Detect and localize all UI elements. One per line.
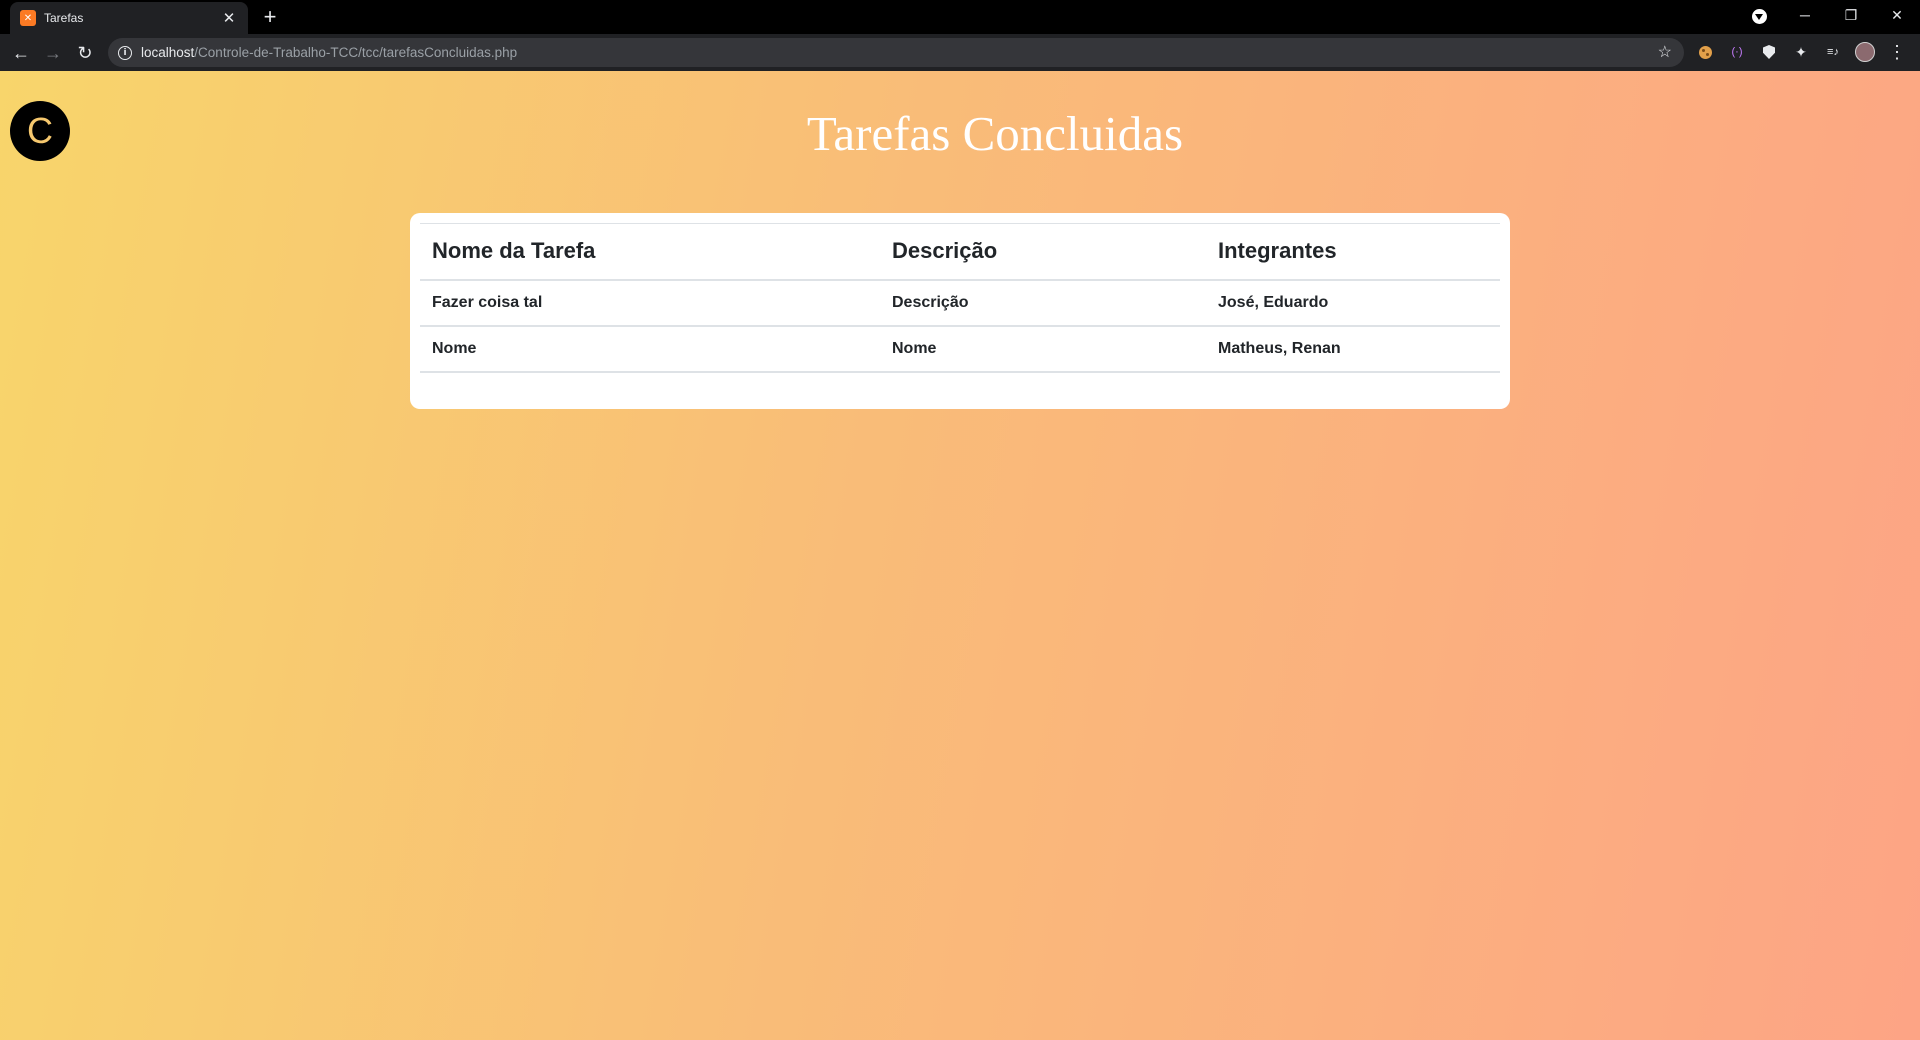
- back-button[interactable]: ←: [8, 40, 34, 66]
- column-header-task-name: Nome da Tarefa: [420, 223, 880, 281]
- minimize-button[interactable]: ─: [1782, 0, 1828, 30]
- table-row: Nome Nome Matheus, Renan: [420, 326, 1500, 373]
- forward-button[interactable]: →: [40, 40, 66, 66]
- page-title: Tarefas Concluidas: [806, 106, 1184, 161]
- task-members-cell: José, Eduardo: [1206, 280, 1500, 327]
- task-description-cell: Descrição: [880, 280, 1206, 327]
- close-window-button[interactable]: ✕: [1874, 0, 1920, 30]
- puzzle-extensions-icon[interactable]: ✦: [1790, 41, 1812, 63]
- address-bar[interactable]: i localhost/Controle-de-Trabalho-TCC/tcc…: [108, 38, 1684, 67]
- bracket-extension-icon[interactable]: (·): [1726, 41, 1748, 63]
- browser-tabstrip: ✕ Tarefas ✕ + ─ ❐ ✕: [0, 0, 1920, 34]
- page-viewport: C Tarefas Concluidas Nome da Tarefa Desc…: [0, 71, 1920, 1040]
- task-name-cell: Fazer coisa tal: [420, 280, 880, 327]
- media-control-icon[interactable]: ≡♪: [1822, 41, 1844, 63]
- browser-tab[interactable]: ✕ Tarefas ✕: [10, 2, 248, 34]
- shield-extension-icon[interactable]: [1758, 41, 1780, 63]
- browser-menu-icon[interactable]: ⋮: [1886, 41, 1908, 63]
- new-tab-button[interactable]: +: [258, 5, 282, 29]
- task-members-cell: Matheus, Renan: [1206, 326, 1500, 373]
- bookmark-star-icon[interactable]: ☆: [1658, 42, 1672, 62]
- completed-tasks-table: Nome da Tarefa Descrição Integrantes Faz…: [420, 223, 1500, 373]
- reload-button[interactable]: ↻: [72, 40, 98, 66]
- table-header-row: Nome da Tarefa Descrição Integrantes: [420, 223, 1500, 281]
- cookie-extension-icon[interactable]: [1694, 41, 1716, 63]
- tab-title: Tarefas: [44, 11, 84, 25]
- tab-close-icon[interactable]: ✕: [220, 9, 238, 27]
- tasks-table-card: Nome da Tarefa Descrição Integrantes Faz…: [410, 213, 1510, 409]
- restore-button[interactable]: ❐: [1828, 0, 1874, 30]
- column-header-members: Integrantes: [1206, 223, 1500, 281]
- site-info-icon[interactable]: i: [118, 45, 132, 60]
- xampp-favicon-icon: ✕: [20, 10, 36, 26]
- url-host: localhost: [141, 45, 195, 60]
- table-row: Fazer coisa tal Descrição José, Eduardo: [420, 280, 1500, 327]
- task-name-cell: Nome: [420, 326, 880, 373]
- task-description-cell: Nome: [880, 326, 1206, 373]
- tab-search-icon[interactable]: [1752, 9, 1767, 24]
- profile-avatar-icon[interactable]: [1854, 41, 1876, 63]
- column-header-description: Descrição: [880, 223, 1206, 281]
- url-path: /Controle-de-Trabalho-TCC/tcc/tarefasCon…: [194, 45, 518, 60]
- browser-toolbar: ← → ↻ i localhost/Controle-de-Trabalho-T…: [0, 34, 1920, 71]
